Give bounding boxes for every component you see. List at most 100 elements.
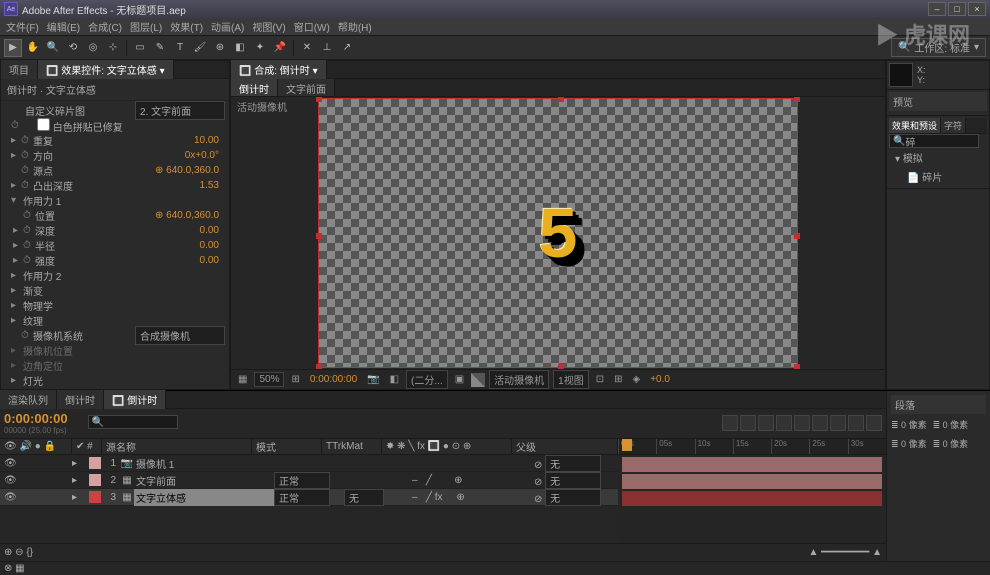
timeline-tracks[interactable]: 00s 05s 10s 15s 20s 25s 30s bbox=[618, 439, 886, 543]
prop-radius-value[interactable]: 0.00 bbox=[200, 240, 225, 251]
prop-direction[interactable]: 方向 bbox=[31, 148, 185, 163]
workspace-selector[interactable]: 🔍 工作区: 标准 ▾ bbox=[891, 38, 986, 57]
stopwatch-icon[interactable]: ⏱ bbox=[11, 120, 21, 131]
col-trkmat[interactable]: TrkMat bbox=[332, 441, 363, 452]
prop-direction-value[interactable]: 0x+0.0° bbox=[185, 150, 225, 161]
anchor-tool-icon[interactable]: ⊹ bbox=[104, 39, 122, 57]
track-bar-2[interactable] bbox=[622, 474, 882, 489]
prop-depth-value[interactable]: 0.00 bbox=[200, 225, 225, 236]
grid-icon[interactable]: ▦ bbox=[235, 373, 250, 386]
menu-help[interactable]: 帮助(H) bbox=[334, 19, 376, 34]
layer-row-2[interactable]: 👁 ▸2 ▦ 文字前面 正常 – ╱ ⊕ ⊘ 无 bbox=[0, 472, 618, 489]
track-bar-3[interactable] bbox=[622, 491, 882, 506]
comp-canvas[interactable]: 5 bbox=[318, 98, 798, 368]
close-button[interactable]: × bbox=[968, 2, 986, 16]
group-material[interactable]: 材质 bbox=[21, 388, 225, 389]
menu-window[interactable]: 窗口(W) bbox=[290, 19, 334, 34]
tl-btn-9[interactable] bbox=[866, 415, 882, 431]
resolution-dropdown[interactable]: (二分... bbox=[406, 370, 448, 389]
prop-repeat-value[interactable]: 10.00 bbox=[194, 135, 225, 146]
parent-dropdown-1[interactable]: 无 bbox=[545, 455, 601, 472]
tl-btn-1[interactable] bbox=[722, 415, 738, 431]
camera-tool-icon[interactable]: ◎ bbox=[84, 39, 102, 57]
group-lighting[interactable]: 灯光 bbox=[21, 373, 225, 388]
current-timecode[interactable]: 0:00:00:00 bbox=[4, 411, 68, 426]
mode-dropdown-2[interactable]: 正常 bbox=[274, 472, 330, 489]
prop-origin-value[interactable]: ⊕ 640.0,360.0 bbox=[155, 165, 225, 176]
snapshot-icon[interactable]: 📷 bbox=[364, 373, 382, 386]
rect-tool-icon[interactable]: ▭ bbox=[131, 39, 149, 57]
group-gradient[interactable]: 渐变 bbox=[21, 283, 225, 298]
vf-icon2[interactable]: ⊞ bbox=[611, 373, 625, 386]
layer-name-3[interactable]: 文字立体感 bbox=[134, 489, 274, 506]
group-force2[interactable]: 作用力 2 bbox=[21, 268, 225, 283]
prop-strength[interactable]: 强度 bbox=[33, 253, 200, 268]
tab-character[interactable]: 字符 bbox=[941, 118, 966, 133]
roto-tool-icon[interactable]: ✦ bbox=[251, 39, 269, 57]
menu-composition[interactable]: 合成(C) bbox=[84, 19, 126, 34]
preview-panel-header[interactable]: 预览 bbox=[889, 92, 987, 111]
group-physics[interactable]: 物理学 bbox=[21, 298, 225, 313]
prop-depth[interactable]: 深度 bbox=[33, 223, 200, 238]
tab-comp-2[interactable]: 🔳 倒计时 bbox=[104, 390, 166, 409]
menu-layer[interactable]: 图层(L) bbox=[126, 19, 166, 34]
camera-view-dropdown[interactable]: 活动摄像机 bbox=[489, 370, 549, 389]
trkmat-dropdown-3[interactable]: 无 bbox=[344, 489, 384, 506]
prop-repeat[interactable]: 重复 bbox=[31, 133, 194, 148]
axis-x-icon[interactable]: ✕ bbox=[298, 39, 316, 57]
prop-position-value[interactable]: ⊕ 640.0,360.0 bbox=[155, 210, 225, 221]
brush-tool-icon[interactable]: 🖌 bbox=[191, 39, 209, 57]
axis-y-icon[interactable]: ⊥ bbox=[318, 39, 336, 57]
layer-row-1[interactable]: 👁 ▸1 📷 摄像机 1 ⊘ 无 bbox=[0, 455, 618, 472]
tab-effects-presets[interactable]: 效果和预设 bbox=[889, 118, 941, 133]
tab-project[interactable]: 项目 bbox=[1, 60, 38, 79]
menu-effect[interactable]: 效果(T) bbox=[166, 19, 207, 34]
prop-position[interactable]: 位置 bbox=[33, 208, 155, 223]
zoom-slider[interactable]: ▲ ━━━━━━━━ ▲ bbox=[808, 547, 882, 558]
vf-icon1[interactable]: ⊡ bbox=[593, 373, 607, 386]
transparency-icon[interactable] bbox=[471, 373, 485, 387]
footer-timecode[interactable]: 0:00:00:00 bbox=[307, 373, 360, 386]
prop-radius[interactable]: 半径 bbox=[33, 238, 200, 253]
layer-row-3[interactable]: 👁 ▸3 ▦ 文字立体感 正常 无 – ╱ fx ⊕ ⊘ 无 bbox=[0, 489, 618, 506]
category-simulate[interactable]: 模拟 bbox=[903, 154, 923, 165]
effect-shatter[interactable]: 碎片 bbox=[922, 173, 942, 184]
col-mode[interactable]: 模式 bbox=[252, 439, 322, 454]
viewer-header-tab[interactable]: 🔳 合成: 倒计时 ▾ bbox=[231, 60, 327, 79]
text-tool-icon[interactable]: T bbox=[171, 39, 189, 57]
menu-file[interactable]: 文件(F) bbox=[2, 19, 43, 34]
time-ruler[interactable]: 00s 05s 10s 15s 20s 25s 30s bbox=[618, 439, 886, 455]
rotate-tool-icon[interactable]: ⟲ bbox=[64, 39, 82, 57]
menu-edit[interactable]: 编辑(E) bbox=[43, 19, 84, 34]
prop-camera-system[interactable]: 摄像机系统 bbox=[31, 328, 135, 343]
zoom-dropdown[interactable]: 50% bbox=[254, 372, 284, 387]
menu-animation[interactable]: 动画(A) bbox=[207, 19, 248, 34]
eraser-tool-icon[interactable]: ◧ bbox=[231, 39, 249, 57]
exposure-value[interactable]: +0.0 bbox=[647, 373, 673, 386]
selection-tool-icon[interactable]: ▶ bbox=[4, 39, 22, 57]
region-icon[interactable]: ▣ bbox=[452, 373, 467, 386]
parent-dropdown-3[interactable]: 无 bbox=[545, 489, 601, 506]
viewer-canvas[interactable]: 活动摄像机 5 bbox=[231, 97, 885, 369]
pen-tool-icon[interactable]: ✎ bbox=[151, 39, 169, 57]
viewer-tab-countdown[interactable]: 倒计时 bbox=[231, 79, 278, 96]
col-parent[interactable]: 父级 bbox=[512, 439, 618, 454]
playhead-icon[interactable] bbox=[622, 439, 632, 451]
resolution-icon[interactable]: ⊞ bbox=[288, 373, 302, 386]
puppet-tool-icon[interactable]: 📌 bbox=[271, 39, 289, 57]
tl-btn-7[interactable] bbox=[830, 415, 846, 431]
vf-icon3[interactable]: ◈ bbox=[630, 373, 644, 386]
white-tiles-checkbox[interactable] bbox=[37, 118, 50, 131]
menu-view[interactable]: 视图(V) bbox=[248, 19, 289, 34]
hand-tool-icon[interactable]: ✋ bbox=[24, 39, 42, 57]
toggle-switches-icon[interactable]: ⊕ ⊖ {} bbox=[4, 547, 33, 558]
tab-render-queue[interactable]: 渲染队列 bbox=[0, 390, 57, 409]
group-force1[interactable]: 作用力 1 bbox=[21, 193, 225, 208]
channel-icon[interactable]: ◧ bbox=[387, 373, 402, 386]
zoom-tool-icon[interactable]: 🔍 bbox=[44, 39, 62, 57]
views-dropdown[interactable]: 1视图 bbox=[553, 370, 589, 389]
paragraph-header[interactable]: 段落 bbox=[891, 395, 986, 414]
maximize-button[interactable]: □ bbox=[948, 2, 966, 16]
tab-effect-controls[interactable]: 🔳 效果控件: 文字立体感 ▾ bbox=[38, 60, 174, 79]
tl-btn-4[interactable] bbox=[776, 415, 792, 431]
